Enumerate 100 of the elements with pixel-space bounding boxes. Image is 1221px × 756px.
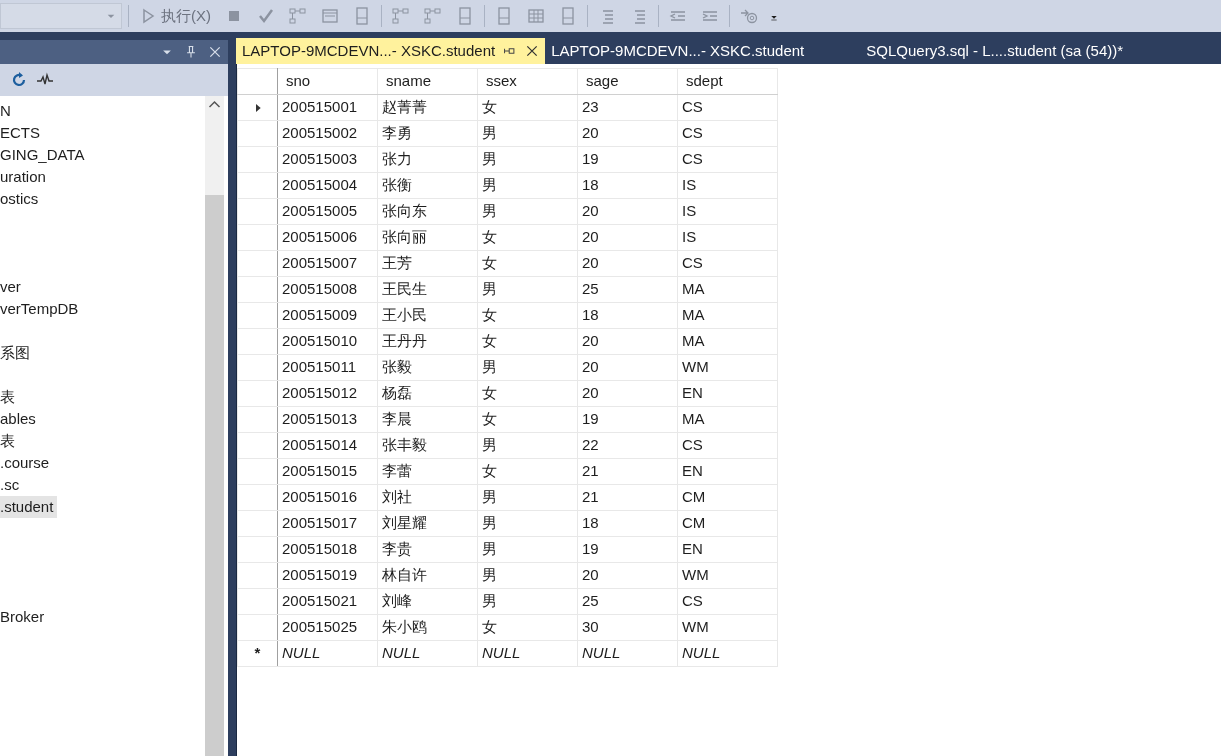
row-header[interactable] xyxy=(237,406,278,433)
column-header[interactable]: ssex xyxy=(477,68,578,95)
refresh-icon[interactable] xyxy=(10,71,28,89)
table-cell: 200515007 xyxy=(277,250,378,277)
row-header[interactable] xyxy=(237,120,278,147)
table-cell: CS xyxy=(677,588,778,615)
row-header[interactable] xyxy=(237,172,278,199)
row-header[interactable] xyxy=(237,302,278,329)
table-cell: WM xyxy=(677,562,778,589)
row-header[interactable] xyxy=(237,588,278,615)
table-cell: 刘星耀 xyxy=(377,510,478,537)
grid-icon[interactable] xyxy=(527,7,545,25)
dropdown-field[interactable] xyxy=(0,3,122,29)
table-cell: 20 xyxy=(577,562,678,589)
tree-item[interactable]: .student xyxy=(0,496,58,518)
row-header[interactable] xyxy=(237,380,278,407)
column-header[interactable]: sno xyxy=(277,68,378,95)
table-cell: 200515025 xyxy=(277,614,378,641)
close-icon[interactable] xyxy=(525,44,540,58)
column-header[interactable]: sname xyxy=(377,68,478,95)
table-cell: 200515014 xyxy=(277,432,378,459)
pin-icon[interactable] xyxy=(184,45,198,59)
table-cell: 18 xyxy=(577,302,678,329)
column-header[interactable]: sage xyxy=(577,68,678,95)
table-cell: EN xyxy=(677,380,778,407)
row-header[interactable] xyxy=(237,510,278,537)
table-cell: NULL xyxy=(577,640,678,667)
document-tab[interactable]: LAPTOP-9MCDEVN...- XSKC.student xyxy=(236,38,546,64)
table-cell: 200515010 xyxy=(277,328,378,355)
document-tab[interactable]: LAPTOP-9MCDEVN...- XSKC.student xyxy=(545,38,811,64)
table-cell: 200515017 xyxy=(277,510,378,537)
diagram-icon[interactable] xyxy=(424,7,442,25)
row-header[interactable] xyxy=(237,484,278,511)
table-cell: 杨磊 xyxy=(377,380,478,407)
tree-item[interactable]: uration xyxy=(0,166,50,188)
arrow-at-icon[interactable] xyxy=(740,7,758,25)
table-cell: 20 xyxy=(577,354,678,381)
table-cell: 200515001 xyxy=(277,94,378,121)
row-header[interactable] xyxy=(237,328,278,355)
document-icon[interactable] xyxy=(456,7,474,25)
table-cell: 22 xyxy=(577,432,678,459)
tree-item[interactable]: 表 xyxy=(0,430,19,452)
row-header[interactable] xyxy=(237,198,278,225)
table-cell: 女 xyxy=(477,614,578,641)
row-header[interactable] xyxy=(237,354,278,381)
row-header[interactable] xyxy=(237,614,278,641)
table-cell: CS xyxy=(677,250,778,277)
table-cell: 20 xyxy=(577,380,678,407)
tree-item[interactable]: Broker xyxy=(0,606,49,628)
row-header[interactable] xyxy=(237,458,278,485)
tree-item[interactable]: 表 xyxy=(0,386,19,408)
row-header[interactable] xyxy=(237,146,278,173)
tree-item[interactable]: .sc xyxy=(0,474,24,496)
table-cell: 20 xyxy=(577,120,678,147)
table-cell: 20 xyxy=(577,250,678,277)
tree-item[interactable]: .course xyxy=(0,452,54,474)
table-cell: 张衡 xyxy=(377,172,478,199)
window-icon[interactable] xyxy=(321,7,339,25)
diagram-icon[interactable] xyxy=(392,7,410,25)
table-cell: IS xyxy=(677,224,778,251)
table-cell: 200515003 xyxy=(277,146,378,173)
table-cell: 19 xyxy=(577,536,678,563)
table-cell: 19 xyxy=(577,146,678,173)
table-cell: MA xyxy=(677,276,778,303)
tree-item[interactable]: GING_DATA xyxy=(0,144,89,166)
table-cell: 21 xyxy=(577,458,678,485)
tree-item[interactable]: ECTS xyxy=(0,122,44,144)
table-cell: WM xyxy=(677,354,778,381)
row-header[interactable] xyxy=(237,536,278,563)
row-header[interactable]: * xyxy=(237,640,278,667)
document-icon[interactable] xyxy=(559,7,577,25)
table-cell: 男 xyxy=(477,536,578,563)
check-icon[interactable] xyxy=(257,7,275,25)
table-cell: 张向丽 xyxy=(377,224,478,251)
table-cell: 20 xyxy=(577,224,678,251)
tree-item[interactable]: ver xyxy=(0,276,25,298)
row-header[interactable] xyxy=(237,250,278,277)
row-header[interactable] xyxy=(237,224,278,251)
scrollbar[interactable] xyxy=(205,96,224,756)
table-cell: 200515006 xyxy=(277,224,378,251)
table-cell: 200515013 xyxy=(277,406,378,433)
close-icon[interactable] xyxy=(208,45,222,59)
table-cell: 张力 xyxy=(377,146,478,173)
table-cell: 李蕾 xyxy=(377,458,478,485)
row-header[interactable] xyxy=(237,432,278,459)
table-cell: 男 xyxy=(477,562,578,589)
row-header[interactable] xyxy=(237,94,278,121)
tree-item[interactable]: N xyxy=(0,100,15,122)
column-header[interactable]: sdept xyxy=(677,68,778,95)
document-icon[interactable] xyxy=(353,7,371,25)
document-tab[interactable]: SQLQuery3.sql - L....student (sa (54))* xyxy=(860,38,1130,64)
row-header[interactable] xyxy=(237,276,278,303)
tree-item[interactable]: verTempDB xyxy=(0,298,83,320)
tree-item[interactable]: ostics xyxy=(0,188,43,210)
table-cell: 21 xyxy=(577,484,678,511)
diagram-icon[interactable] xyxy=(289,7,307,25)
tree-item[interactable]: 系图 xyxy=(0,342,34,364)
row-header[interactable] xyxy=(237,562,278,589)
document-icon[interactable] xyxy=(495,7,513,25)
tree-item[interactable]: ables xyxy=(0,408,40,430)
